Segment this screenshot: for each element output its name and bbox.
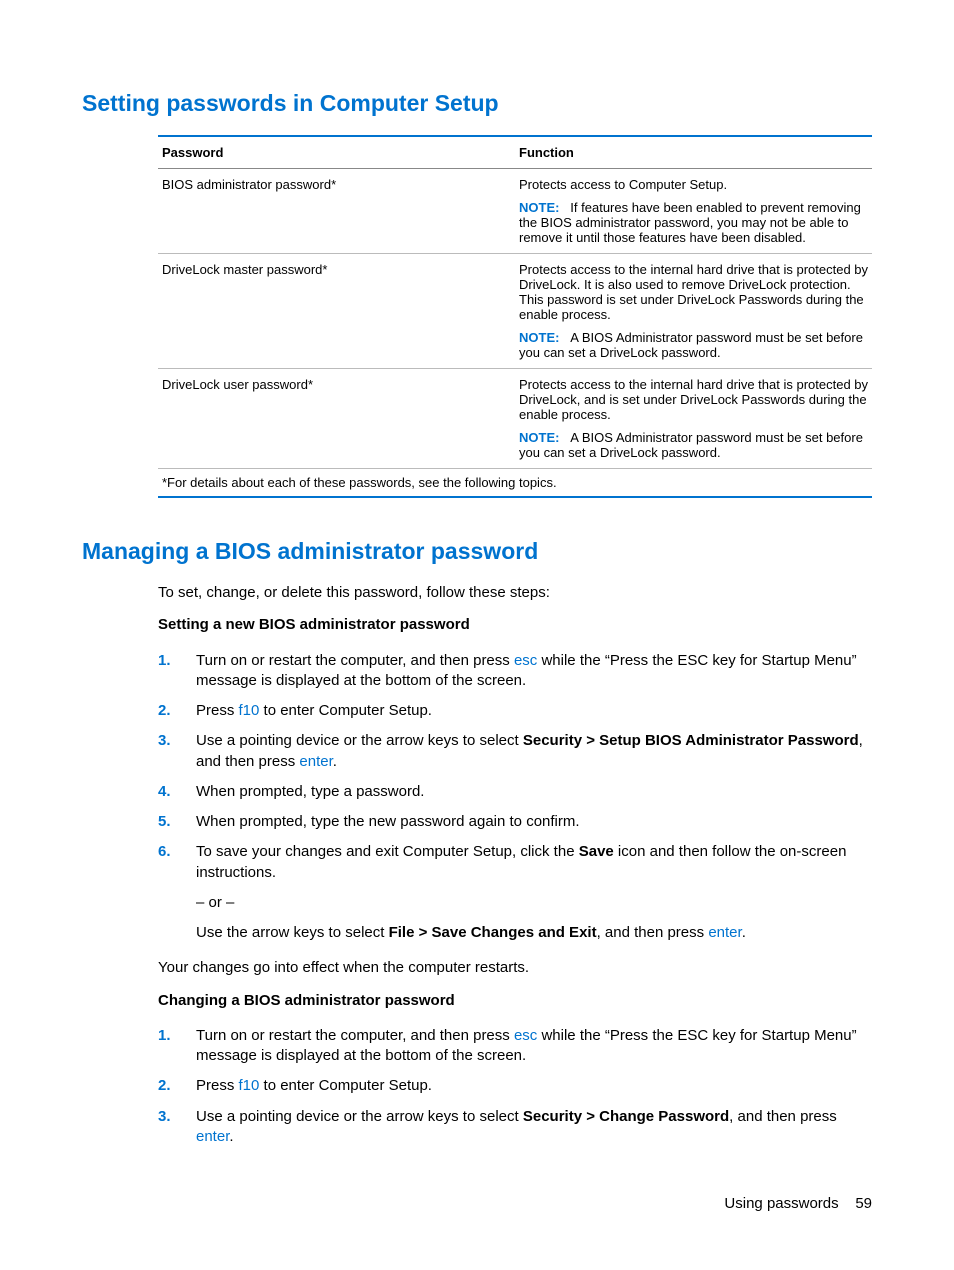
key-esc: esc: [514, 1027, 537, 1044]
cell-password: BIOS administrator password*: [158, 169, 515, 254]
list-item: 1.Turn on or restart the computer, and t…: [158, 651, 872, 692]
after-note: Your changes go into effect when the com…: [158, 958, 872, 978]
page-number: 59: [855, 1195, 872, 1212]
key-enter: enter: [708, 924, 741, 941]
password-table: Password Function BIOS administrator pas…: [158, 135, 872, 498]
list-item: 2.Press f10 to enter Computer Setup.: [158, 701, 872, 721]
key-enter: enter: [299, 753, 332, 770]
steps-setting-new: 1.Turn on or restart the computer, and t…: [158, 651, 872, 944]
list-item: 2.Press f10 to enter Computer Setup.: [158, 1076, 872, 1096]
table-header-function: Function: [515, 136, 872, 169]
cell-function: Protects access to Computer Setup. NOTE:…: [515, 169, 872, 254]
heading-managing-bios-password: Managing a BIOS administrator password: [82, 538, 872, 565]
table-footnote: *For details about each of these passwor…: [158, 468, 872, 498]
subheading-changing: Changing a BIOS administrator password: [158, 991, 872, 1011]
key-f10: f10: [239, 1077, 260, 1094]
key-esc: esc: [514, 652, 537, 669]
table-row: DriveLock master password* Protects acce…: [158, 254, 872, 369]
heading-setting-passwords: Setting passwords in Computer Setup: [82, 90, 872, 117]
cell-function: Protects access to the internal hard dri…: [515, 369, 872, 469]
cell-function: Protects access to the internal hard dri…: [515, 254, 872, 369]
table-row: DriveLock user password* Protects access…: [158, 369, 872, 469]
cell-password: DriveLock master password*: [158, 254, 515, 369]
list-item: 3.Use a pointing device or the arrow key…: [158, 731, 872, 772]
list-item: 5.When prompted, type the new password a…: [158, 812, 872, 832]
note-label: NOTE:: [519, 200, 559, 215]
list-item: 6. To save your changes and exit Compute…: [158, 842, 872, 943]
cell-password: DriveLock user password*: [158, 369, 515, 469]
key-f10: f10: [239, 702, 260, 719]
document-page: Setting passwords in Computer Setup Pass…: [0, 0, 954, 1270]
table-header-password: Password: [158, 136, 515, 169]
key-enter: enter: [196, 1128, 229, 1145]
list-item: 1.Turn on or restart the computer, and t…: [158, 1026, 872, 1067]
intro-text: To set, change, or delete this password,…: [158, 583, 872, 603]
subheading-setting-new: Setting a new BIOS administrator passwor…: [158, 615, 872, 635]
steps-changing: 1.Turn on or restart the computer, and t…: [158, 1026, 872, 1147]
list-item: 3.Use a pointing device or the arrow key…: [158, 1107, 872, 1148]
note-label: NOTE:: [519, 430, 559, 445]
list-item: 4.When prompted, type a password.: [158, 782, 872, 802]
note-label: NOTE:: [519, 330, 559, 345]
page-footer: Using passwords 59: [724, 1195, 872, 1212]
table-row: BIOS administrator password* Protects ac…: [158, 169, 872, 254]
